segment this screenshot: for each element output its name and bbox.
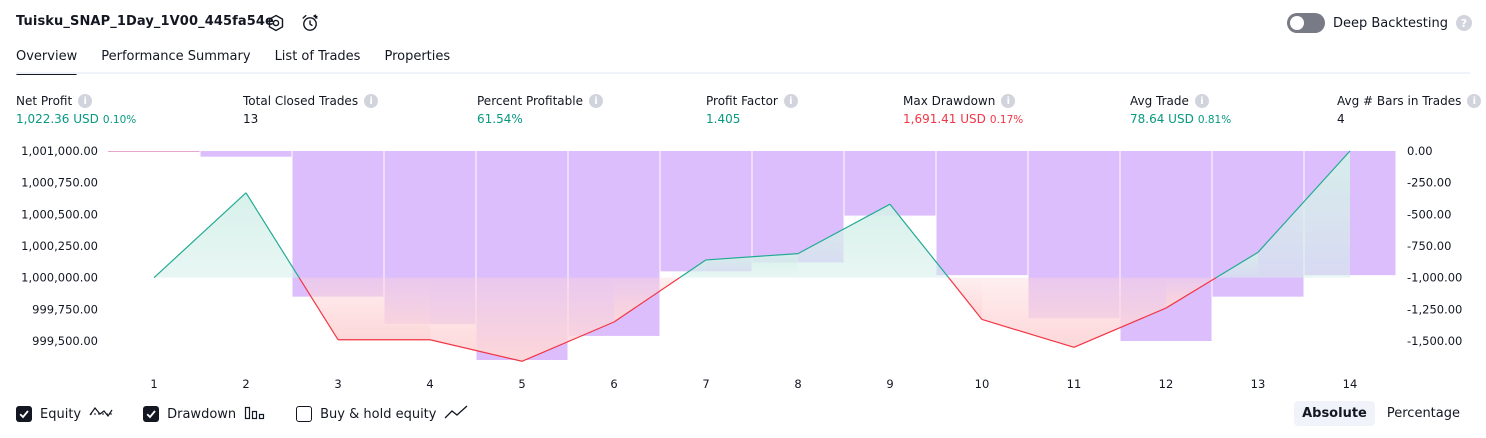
legend-drawdown[interactable]: Drawdown <box>143 404 266 424</box>
right-axis-tick-label: -250.00 <box>1407 176 1451 190</box>
drawdown-bars-icon <box>244 404 266 424</box>
x-axis: 1 2 3 4 5 6 7 8 9 10 11 12 13 14 <box>150 377 1357 391</box>
absolute-button[interactable]: Absolute <box>1294 401 1375 426</box>
buy-hold-line-icon <box>444 404 468 424</box>
x-axis-tick-label: 6 <box>610 377 617 391</box>
drawdown-bar <box>200 151 292 157</box>
checkbox-checked-icon[interactable] <box>16 406 32 422</box>
right-axis-tick-label: -750.00 <box>1407 239 1451 253</box>
right-axis-tick-label: 0.00 <box>1407 144 1433 158</box>
drawdown-bar <box>936 151 1028 276</box>
left-axis-tick-label: 1,000,000.00 <box>21 271 98 285</box>
legend-equity[interactable]: Equity <box>16 404 113 424</box>
equity-fill-segment <box>522 277 614 362</box>
x-axis-tick-label: 8 <box>794 377 801 391</box>
left-axis-tick-label: 999,750.00 <box>32 302 98 316</box>
x-axis-tick-label: 4 <box>426 377 433 391</box>
value-mode-toggle: Absolute Percentage <box>1294 401 1468 426</box>
equity-icon <box>89 404 113 424</box>
left-axis: 1,001,000.00 1,000,750.00 1,000,500.00 1,00… <box>21 144 98 348</box>
drawdown-bar <box>660 151 752 272</box>
right-axis: 0.00 -250.00 -500.00 -750.00 -1,000.00 -1,250… <box>1407 144 1462 348</box>
percentage-button[interactable]: Percentage <box>1379 401 1468 426</box>
x-axis-tick-label: 5 <box>518 377 525 391</box>
x-axis-tick-label: 3 <box>334 377 341 391</box>
equity-fill-segment <box>430 277 522 362</box>
legend-buy-hold[interactable]: Buy & hold equity <box>296 404 468 424</box>
legend-label: Equity <box>40 406 82 422</box>
left-axis-tick-label: 999,500.00 <box>32 334 98 348</box>
legend-label: Buy & hold equity <box>320 406 437 422</box>
legend-label: Drawdown <box>167 406 237 422</box>
left-axis-tick-label: 1,000,250.00 <box>21 239 98 253</box>
equity-drawdown-chart[interactable]: 1,001,000.00 1,000,750.00 1,000,500.00 1,00… <box>0 0 1486 395</box>
x-axis-tick-label: 1 <box>150 377 157 391</box>
x-axis-tick-label: 10 <box>975 377 990 391</box>
right-axis-tick-label: -500.00 <box>1407 207 1451 221</box>
chart-legend: Equity Drawdown Buy & hold equity <box>16 404 498 424</box>
right-axis-tick-label: -1,500.00 <box>1407 334 1462 348</box>
x-axis-tick-label: 11 <box>1067 377 1082 391</box>
x-axis-tick-label: 12 <box>1159 377 1174 391</box>
x-axis-tick-label: 7 <box>702 377 709 391</box>
equity-fill-segment <box>982 277 1074 348</box>
x-axis-tick-label: 2 <box>242 377 249 391</box>
right-axis-tick-label: -1,250.00 <box>1407 302 1462 316</box>
x-axis-tick-label: 9 <box>886 377 893 391</box>
checkbox-checked-icon[interactable] <box>143 406 160 422</box>
drawdown-bar <box>108 151 200 152</box>
drawdown-bars <box>108 151 1396 360</box>
left-axis-tick-label: 1,000,500.00 <box>21 207 98 221</box>
left-axis-tick-label: 1,000,750.00 <box>21 176 98 190</box>
checkbox-unchecked-icon[interactable] <box>296 406 313 422</box>
x-axis-tick-label: 14 <box>1343 377 1358 391</box>
x-axis-tick-label: 13 <box>1251 377 1266 391</box>
right-axis-tick-label: -1,000.00 <box>1407 271 1462 285</box>
left-axis-tick-label: 1,001,000.00 <box>21 144 98 158</box>
drawdown-bar <box>292 151 384 297</box>
equity-fill-segment <box>338 277 430 340</box>
